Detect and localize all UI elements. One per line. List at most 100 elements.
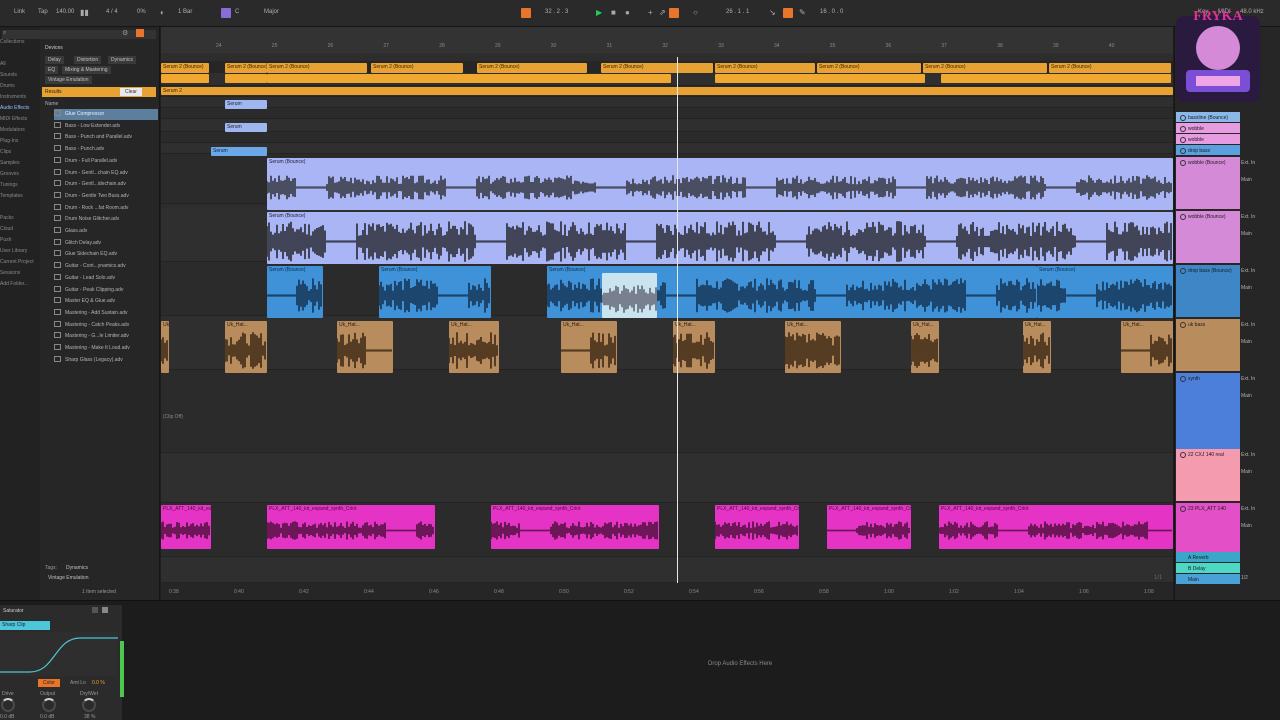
place-item[interactable]: Samples bbox=[0, 160, 19, 166]
loop-length-field[interactable]: 16 . 0 . 0 bbox=[820, 9, 843, 15]
browser-settings-icon[interactable]: ⚙ bbox=[122, 29, 128, 37]
track-output-select[interactable]: Main bbox=[1241, 231, 1252, 237]
device-save-icon[interactable] bbox=[102, 607, 108, 613]
track-activator-icon[interactable] bbox=[1180, 148, 1186, 154]
place-item[interactable]: Sounds bbox=[0, 72, 17, 78]
fx-audio-clip[interactable]: PLX_ATT_140_kit_expand_synth_Crint bbox=[827, 505, 911, 549]
serum2-bounce-clip[interactable]: Serum 2 (Bounce) bbox=[715, 63, 815, 73]
track-lane[interactable] bbox=[161, 143, 1173, 154]
serum2-clip-row[interactable] bbox=[941, 74, 1171, 83]
filter-tag[interactable]: Delay bbox=[45, 56, 64, 64]
track-input-select[interactable]: Ext. In bbox=[1241, 160, 1255, 166]
serum-short-clip[interactable]: Serum bbox=[211, 147, 267, 156]
place-item[interactable]: Plug-Ins bbox=[0, 138, 18, 144]
browser-file-row[interactable]: Glass.adv bbox=[54, 226, 158, 237]
filter-tag[interactable]: EQ bbox=[45, 66, 59, 74]
track-output-select[interactable]: Main bbox=[1241, 469, 1252, 475]
serum-short-clip[interactable]: Serum bbox=[225, 123, 267, 132]
draw-mode-icon[interactable]: ✎ bbox=[799, 8, 806, 18]
arrangement-view[interactable]: Serum 2 (Bounce) Serum 2 (Bounce) Serum 2 … bbox=[161, 27, 1173, 600]
browser-file-row[interactable]: Glue Compressor bbox=[54, 109, 158, 120]
filter-tag[interactable]: Distortion bbox=[74, 56, 102, 64]
track-input-select[interactable]: Ext. In bbox=[1241, 268, 1255, 274]
main-output-select[interactable]: 1/2 bbox=[1241, 575, 1248, 581]
serum2-clip-row[interactable] bbox=[161, 74, 209, 83]
browser-file-row[interactable]: Mastering - Make It Loud.adv bbox=[54, 343, 158, 354]
metronome-nudge-icon[interactable]: ▮▮ bbox=[80, 8, 89, 18]
track-output-select[interactable]: Main bbox=[1241, 285, 1252, 291]
stop-icon[interactable]: ■ bbox=[611, 8, 616, 18]
track-header[interactable]: drop bass bbox=[1176, 145, 1240, 155]
browser-file-row[interactable]: Drum - Gentl...chain EQ.adv bbox=[54, 168, 158, 179]
place-item[interactable]: Instruments bbox=[0, 94, 26, 100]
browser-file-row[interactable]: Glue Sidechain EQ.adv bbox=[54, 249, 158, 260]
scale-mode-icon[interactable] bbox=[221, 8, 231, 18]
uk-bass-clip[interactable]: Uk_Hat... bbox=[911, 321, 939, 373]
track-activator-icon[interactable] bbox=[1180, 137, 1186, 143]
drop-bass-clip[interactable]: Serum (Bounce) bbox=[1037, 266, 1173, 318]
place-item[interactable]: Push bbox=[0, 237, 11, 243]
amount-value[interactable]: 0.0 % bbox=[92, 680, 105, 686]
track-output-select[interactable]: Main bbox=[1241, 339, 1252, 345]
drop-bass-clip[interactable]: Serum (Bounce) bbox=[267, 266, 323, 318]
track-input-select[interactable]: Ext. In bbox=[1241, 506, 1255, 512]
serum2-bounce-clip[interactable]: Serum 2 (Bounce) bbox=[923, 63, 1047, 73]
place-item[interactable]: Collections bbox=[0, 39, 24, 45]
browser-file-row[interactable]: Sharp Glass (Legacy).adv bbox=[54, 355, 158, 366]
overdub-icon[interactable]: + bbox=[648, 8, 653, 18]
wobble-bounce-clip[interactable]: Serum (Bounce) bbox=[267, 158, 1173, 210]
browser-file-row[interactable]: Glitch Delay.adv bbox=[54, 238, 158, 249]
track-header[interactable]: wobble (Bounce) bbox=[1176, 157, 1240, 209]
browser-file-row[interactable]: Bass - Low Extender.adv bbox=[54, 121, 158, 132]
track-header[interactable]: drop bass (Bounce) bbox=[1176, 265, 1240, 317]
serum2-bounce-clip[interactable]: Serum 2 (Bounce) bbox=[371, 63, 463, 73]
footer-tag-vintage[interactable]: Vintage Emulation bbox=[48, 575, 89, 581]
track-activator-icon[interactable] bbox=[1180, 214, 1186, 220]
loop-switch-icon[interactable] bbox=[783, 8, 793, 18]
track-lane[interactable] bbox=[161, 108, 1173, 119]
serum2-bounce-clip[interactable]: Serum 2 (Bounce) bbox=[601, 63, 713, 73]
fx-audio-clip[interactable]: PLX_ATT_140_kit_expand_synth_Crint bbox=[491, 505, 659, 549]
serum2-bounce-clip[interactable]: Serum 2 (Bounce) bbox=[817, 63, 921, 73]
place-item[interactable]: All bbox=[0, 61, 6, 67]
track-header[interactable]: uk bass bbox=[1176, 319, 1240, 371]
track-header[interactable]: wobble (Bounce) bbox=[1176, 211, 1240, 263]
place-item[interactable]: Templates bbox=[0, 193, 23, 199]
place-item[interactable]: Drums bbox=[0, 83, 15, 89]
track-activator-icon[interactable] bbox=[1180, 322, 1186, 328]
serum-short-clip[interactable]: Serum bbox=[225, 100, 267, 109]
follow-icon[interactable]: ◐ bbox=[160, 8, 165, 18]
serum2-bounce-clip[interactable]: Serum 2 (Bounce) bbox=[161, 63, 209, 73]
track-activator-icon[interactable] bbox=[1180, 452, 1186, 458]
return-track-header[interactable]: B Delay bbox=[1176, 563, 1240, 573]
uk-bass-clip[interactable]: Uk_Hat... bbox=[561, 321, 617, 373]
browser-file-row[interactable]: Master EQ & Glue.adv bbox=[54, 296, 158, 307]
arrangement-record-icon[interactable] bbox=[521, 8, 531, 18]
filter-tag[interactable]: Vintage Emulation bbox=[45, 76, 92, 84]
track-activator-icon[interactable] bbox=[1180, 376, 1186, 382]
punch-icon[interactable]: ↘ bbox=[769, 8, 776, 18]
serum2-clip-row[interactable] bbox=[491, 74, 671, 83]
track-activator-icon[interactable] bbox=[1180, 268, 1186, 274]
return-track-header[interactable]: A Reverb bbox=[1176, 552, 1240, 562]
track-lane[interactable] bbox=[161, 316, 1173, 370]
place-item[interactable]: Sessions bbox=[0, 270, 20, 276]
mode-dropdown[interactable]: Sharp Clip bbox=[0, 621, 50, 630]
link-button[interactable]: Link bbox=[14, 9, 25, 15]
selected-audio-region[interactable] bbox=[602, 273, 657, 318]
serum2-clip-row[interactable] bbox=[715, 74, 925, 83]
track-header[interactable]: synth bbox=[1176, 373, 1240, 449]
place-item[interactable]: Tunings bbox=[0, 182, 18, 188]
track-activator-icon[interactable] bbox=[1180, 160, 1186, 166]
uk-bass-clip[interactable]: Uk_Hat... bbox=[225, 321, 267, 373]
uk-bass-clip[interactable]: Uk_Hat... bbox=[337, 321, 393, 373]
fx-audio-clip[interactable]: PLX_ATT_140_kit_expand_synth_Crint bbox=[715, 505, 799, 549]
track-header[interactable]: 22 CXJ 140 real bbox=[1176, 449, 1240, 501]
track-lane[interactable] bbox=[161, 132, 1173, 143]
browser-file-row[interactable]: Guitar - Peak Clipping.adv bbox=[54, 285, 158, 296]
footer-tag-dynamics[interactable]: Dynamics bbox=[66, 565, 88, 571]
browser-file-row[interactable]: Bass - Punch.adv bbox=[54, 144, 158, 155]
track-input-select[interactable]: Ext. In bbox=[1241, 214, 1255, 220]
play-icon[interactable]: ▶ bbox=[596, 8, 602, 18]
track-input-select[interactable]: Ext. In bbox=[1241, 322, 1255, 328]
